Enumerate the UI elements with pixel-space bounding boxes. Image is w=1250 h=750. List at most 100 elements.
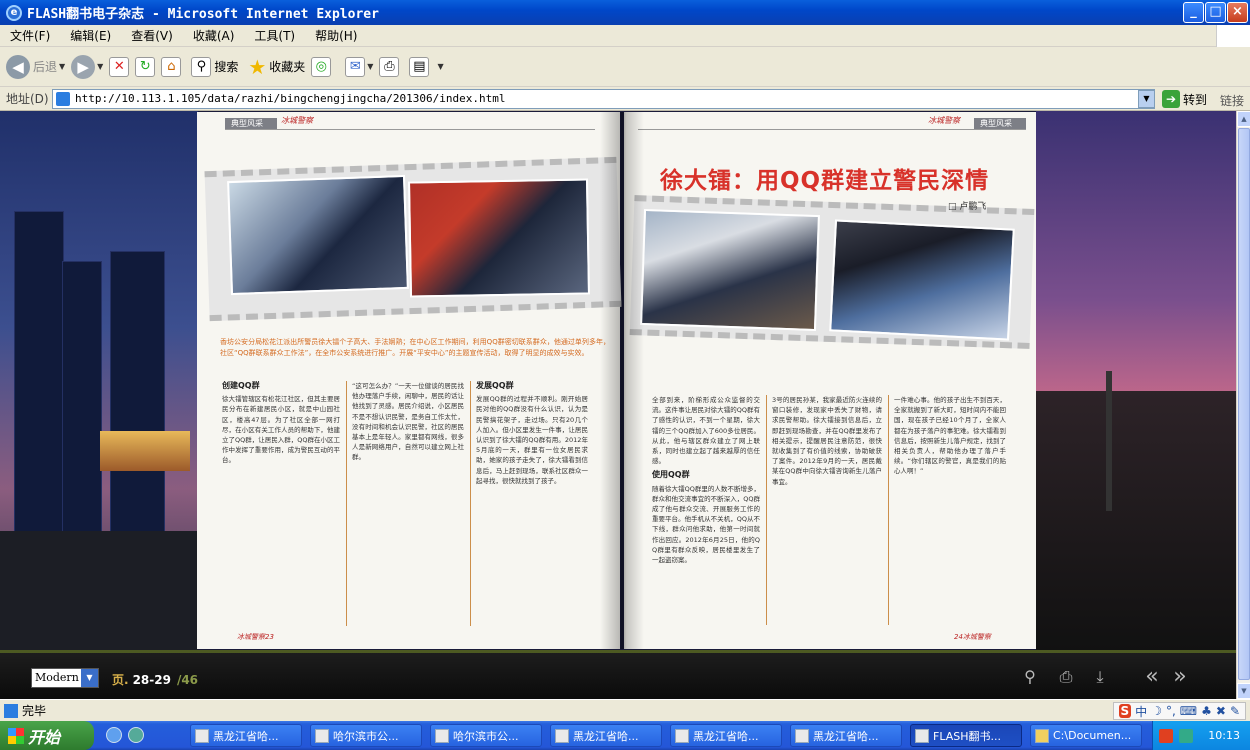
- chevron-down-icon: ▼: [59, 62, 66, 71]
- status-text: 完毕: [22, 704, 47, 718]
- left-page-number: 冰城警察23: [237, 633, 274, 641]
- ime-skin-icon[interactable]: ♣: [1201, 704, 1212, 718]
- page-indicator: 页. 28-29/46: [112, 673, 199, 687]
- scroll-thumb[interactable]: [1238, 128, 1250, 680]
- task-item-active[interactable]: FLASH翻书...: [910, 724, 1022, 747]
- right-column-3: 一件难心事。他的孩子出生不到百天，全家就搬到了新大町，短时间内不能回国，现在孩子…: [894, 396, 1006, 476]
- scroll-down-icon[interactable]: ▼: [1237, 683, 1250, 699]
- menu-help[interactable]: 帮助(H): [305, 27, 367, 44]
- photo-officers-residents: [640, 208, 820, 332]
- system-tray: 10:13: [1152, 721, 1250, 750]
- zoom-search-icon[interactable]: ⚲: [1018, 665, 1042, 689]
- left-column-3: 发展QQ群 发展QQ群的过程并不顺利。刚开始居民对他的QQ群没有什么认识，认为是民…: [476, 381, 588, 485]
- close-button[interactable]: ×: [1227, 2, 1248, 23]
- back-arrow-icon: ◀: [6, 54, 30, 79]
- chevron-down-icon: ▼: [367, 62, 374, 71]
- folder-icon: [1035, 728, 1049, 743]
- page-done-icon: [4, 703, 18, 718]
- task-item[interactable]: 哈尔滨市公...: [310, 724, 422, 747]
- photo-qq-screen: [829, 219, 1015, 341]
- status-bar: 完毕 S 中 ☽ °, ⌨ ♣ ✖ ✎: [0, 699, 1250, 721]
- task-item[interactable]: C:\Documen...: [1030, 724, 1142, 747]
- stop-button[interactable]: ✕: [109, 56, 130, 77]
- menu-file[interactable]: 文件(F): [0, 27, 60, 44]
- sogou-tray-icon[interactable]: [1159, 728, 1173, 743]
- maximize-button[interactable]: □: [1205, 2, 1226, 23]
- flash-viewer: 典型风采 冰城警察 冰城警察23 冰城警察 典型风采 24冰城警察 徐大镭：用Q…: [0, 111, 1236, 699]
- city-background-right: [1036, 111, 1236, 651]
- desktop-quicklaunch-icon[interactable]: [128, 727, 144, 743]
- refresh-button[interactable]: ↻: [135, 56, 156, 77]
- ime-settings-icon[interactable]: ✎: [1230, 704, 1240, 718]
- print-icon[interactable]: ⎙: [1054, 665, 1078, 689]
- left-column-2: “这可怎么办？”一天一位健谈的居民找他办理落户手续，闲聊中，居民的话让他找到了灵…: [352, 382, 464, 462]
- address-dropdown-button[interactable]: ▼: [1138, 90, 1155, 108]
- taskbar: 开始 黑龙江省哈... 哈尔滨市公... 哈尔滨市公... 黑龙江省哈... 黑…: [0, 721, 1250, 750]
- start-button[interactable]: 开始: [0, 721, 94, 750]
- minimize-button[interactable]: _: [1183, 2, 1204, 23]
- right-header-logo: 冰城警察: [928, 116, 960, 125]
- scroll-up-icon[interactable]: ▲: [1237, 111, 1250, 127]
- back-button[interactable]: ◀ 后退 ▼: [6, 54, 66, 79]
- menu-bar: 文件(F) 编辑(E) 查看(V) 收藏(A) 工具(T) 帮助(H): [0, 25, 1250, 47]
- edit-button[interactable]: ▤ ▼: [409, 56, 444, 77]
- task-item[interactable]: 黑龙江省哈...: [550, 724, 662, 747]
- download-icon[interactable]: ⤓: [1088, 665, 1112, 689]
- menu-view[interactable]: 查看(V): [121, 27, 183, 44]
- page-icon: [56, 92, 70, 106]
- clock[interactable]: 10:13: [1208, 729, 1240, 742]
- search-button[interactable]: ⚲ 搜索: [191, 56, 238, 77]
- task-item[interactable]: 黑龙江省哈...: [670, 724, 782, 747]
- mail-button[interactable]: ✉ ▼: [345, 56, 374, 77]
- right-column-1: 全部到来，阶梯形成公众监督的交流。这件事让居民对徐大镭的QQ群有了感性的认识，不…: [652, 396, 760, 565]
- media-button[interactable]: ◎: [311, 56, 332, 77]
- home-button[interactable]: ⌂: [161, 56, 182, 77]
- ime-keyboard-icon[interactable]: ⌨: [1180, 704, 1197, 718]
- chevron-down-icon: ▼: [437, 62, 444, 71]
- menu-edit[interactable]: 编辑(E): [60, 27, 121, 44]
- task-item[interactable]: 黑龙江省哈...: [190, 724, 302, 747]
- address-input[interactable]: http://10.113.1.105/data/razhi/bingcheng…: [52, 89, 1155, 109]
- ime-lang[interactable]: 中: [1135, 703, 1147, 720]
- network-tray-icon[interactable]: [1179, 728, 1193, 743]
- next-page-icon[interactable]: »: [1168, 665, 1192, 689]
- article-author: □ 卢鹏飞: [948, 202, 987, 212]
- vertical-scrollbar[interactable]: ▲ ▼: [1236, 111, 1250, 699]
- windows-logo-icon: [1216, 25, 1250, 47]
- print-button[interactable]: ⎙: [379, 56, 400, 77]
- windows-flag-icon: [8, 728, 24, 744]
- article-title: 徐大镭：用QQ群建立警民深情: [660, 168, 990, 194]
- photo-officer-computer: [227, 174, 409, 296]
- chevron-down-icon: ▼: [81, 669, 98, 687]
- window-icon: [915, 728, 929, 743]
- links-label[interactable]: 链接: [1220, 92, 1244, 109]
- menu-tools[interactable]: 工具(T): [244, 27, 305, 44]
- favorites-button[interactable]: ★ 收藏夹: [248, 55, 305, 79]
- sogou-ime-icon[interactable]: S: [1118, 704, 1132, 718]
- right-column-2: 3号的居民孙某，我家最近防火连续的窗口装修，发现家中丢失了财物，请求民警帮助。徐…: [772, 396, 882, 486]
- go-arrow-icon: ➔: [1162, 90, 1180, 108]
- menu-favorites[interactable]: 收藏(A): [183, 27, 245, 44]
- address-label: 地址(D): [6, 92, 49, 106]
- forward-button[interactable]: ▶ ▼: [71, 54, 103, 79]
- viewer-control-bar: Modern ▼ 页. 28-29/46 ⚲ ⎙ ⤓ « »: [0, 650, 1236, 699]
- window-icon: [315, 728, 329, 743]
- city-background-left: [0, 111, 198, 651]
- ime-toolbar[interactable]: S 中 ☽ °, ⌨ ♣ ✖ ✎: [1112, 702, 1246, 720]
- left-section-header: 典型风采: [225, 118, 277, 129]
- mode-select[interactable]: Modern ▼: [31, 668, 99, 688]
- book-spine: [600, 112, 644, 649]
- task-item[interactable]: 黑龙江省哈...: [790, 724, 902, 747]
- home-icon: ⌂: [161, 56, 182, 77]
- search-icon: ⚲: [191, 56, 212, 77]
- toolbar: ◀ 后退 ▼ ▶ ▼ ✕ ↻ ⌂ ⚲ 搜索 ★ 收藏夹 ◎ ✉ ▼ ⎙ ▤ ▼: [0, 47, 1250, 87]
- star-icon: ★: [248, 54, 267, 79]
- title-bar: e FLASH翻书电子杂志 - Microsoft Internet Explo…: [0, 0, 1250, 25]
- ie-quicklaunch-icon[interactable]: [106, 727, 122, 743]
- ime-tools-icon[interactable]: ✖: [1216, 704, 1226, 718]
- prev-page-icon[interactable]: «: [1140, 665, 1164, 689]
- task-item[interactable]: 哈尔滨市公...: [430, 724, 542, 747]
- go-button[interactable]: ➔ 转到: [1162, 90, 1207, 108]
- ime-moon-icon[interactable]: ☽: [1151, 704, 1162, 718]
- ime-punct-icon[interactable]: °,: [1166, 704, 1176, 718]
